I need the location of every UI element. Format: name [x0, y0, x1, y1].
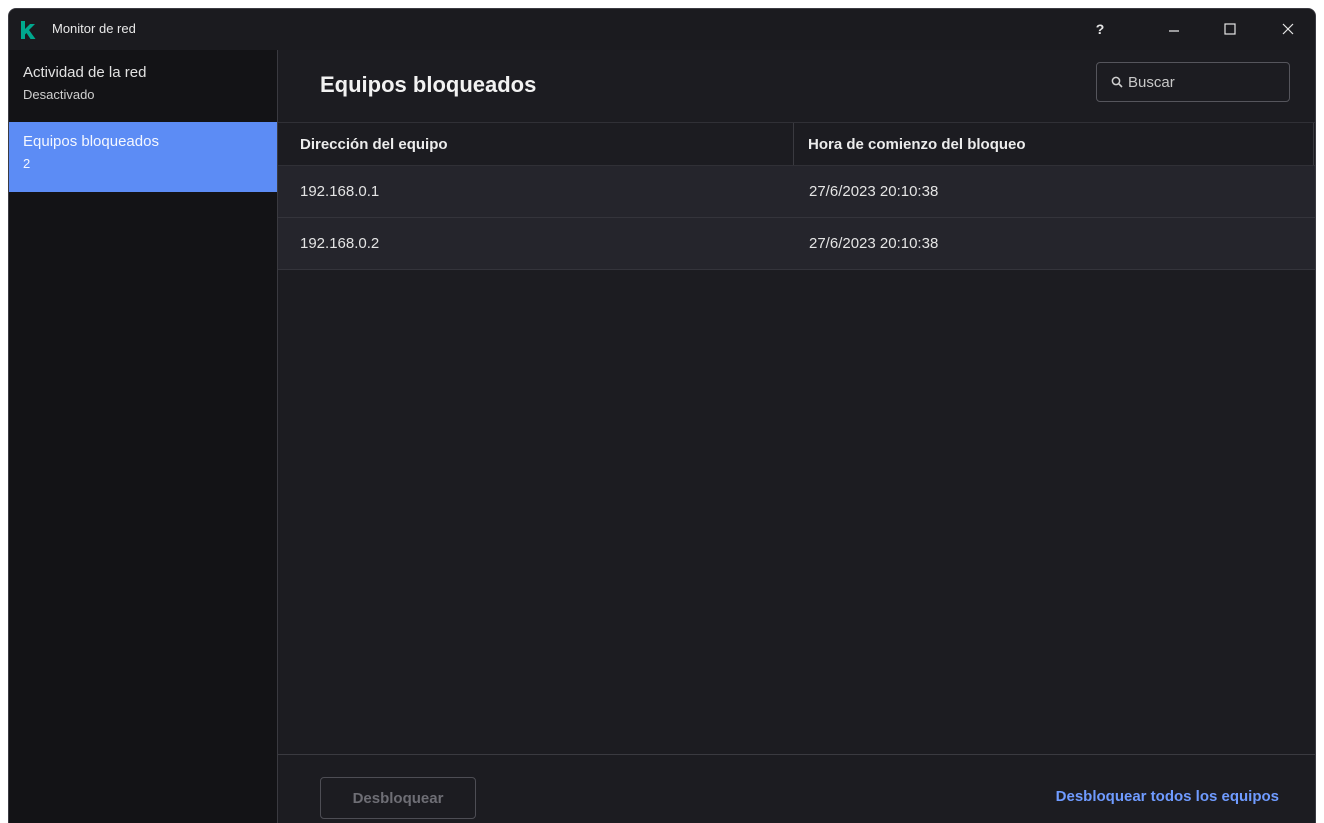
column-header-block-start[interactable]: Hora de comienzo del bloqueo — [794, 123, 1314, 165]
window-title: Monitor de red — [52, 21, 136, 36]
sidebar-item-count: 2 — [23, 156, 31, 171]
minimize-icon — [1169, 30, 1179, 32]
footer-bar: Desbloquear Desbloquear todos los equipo… — [278, 754, 1315, 823]
sidebar-item-status: Desactivado — [23, 87, 95, 102]
main-panel: Equipos bloqueados Buscar Dirección del … — [278, 50, 1315, 823]
sidebar-item-label: Equipos bloqueados — [23, 133, 159, 150]
cell-block-start: 27/6/2023 20:10:38 — [809, 235, 939, 252]
search-icon — [1111, 76, 1123, 88]
close-button[interactable] — [1265, 9, 1311, 49]
search-placeholder: Buscar — [1128, 73, 1175, 91]
sidebar-item-network-activity[interactable]: Actividad de la red Desactivado — [9, 50, 277, 122]
page-title: Equipos bloqueados — [320, 72, 537, 97]
maximize-icon — [1224, 23, 1236, 35]
cell-address: 192.168.0.2 — [300, 235, 380, 252]
unlock-all-link[interactable]: Desbloquear todos los equipos — [1056, 788, 1279, 805]
kaspersky-logo-icon — [21, 21, 36, 39]
search-input[interactable]: Buscar — [1096, 62, 1290, 102]
app-window: Monitor de red ? Actividad de la red Des… — [8, 8, 1316, 823]
sidebar: Actividad de la red Desactivado Equipos … — [9, 50, 278, 823]
blocked-computers-table: Dirección del equipo Hora de comienzo de… — [278, 122, 1315, 270]
unlock-button[interactable]: Desbloquear — [320, 777, 476, 819]
table-row[interactable]: 192.168.0.1 27/6/2023 20:10:38 — [278, 166, 1315, 218]
close-icon — [1282, 23, 1294, 35]
cell-block-start: 27/6/2023 20:10:38 — [809, 183, 939, 200]
table-row[interactable]: 192.168.0.2 27/6/2023 20:10:38 — [278, 218, 1315, 270]
help-icon: ? — [1095, 21, 1105, 37]
column-header-address[interactable]: Dirección del equipo — [278, 123, 794, 165]
maximize-button[interactable] — [1207, 9, 1253, 49]
sidebar-item-blocked-computers[interactable]: Equipos bloqueados 2 — [9, 122, 277, 192]
cell-address: 192.168.0.1 — [300, 183, 380, 200]
minimize-button[interactable] — [1151, 9, 1197, 49]
title-bar: Monitor de red ? — [9, 9, 1315, 51]
help-button[interactable]: ? — [1077, 9, 1123, 49]
table-header: Dirección del equipo Hora de comienzo de… — [278, 122, 1315, 166]
sidebar-item-label: Actividad de la red — [23, 64, 147, 81]
